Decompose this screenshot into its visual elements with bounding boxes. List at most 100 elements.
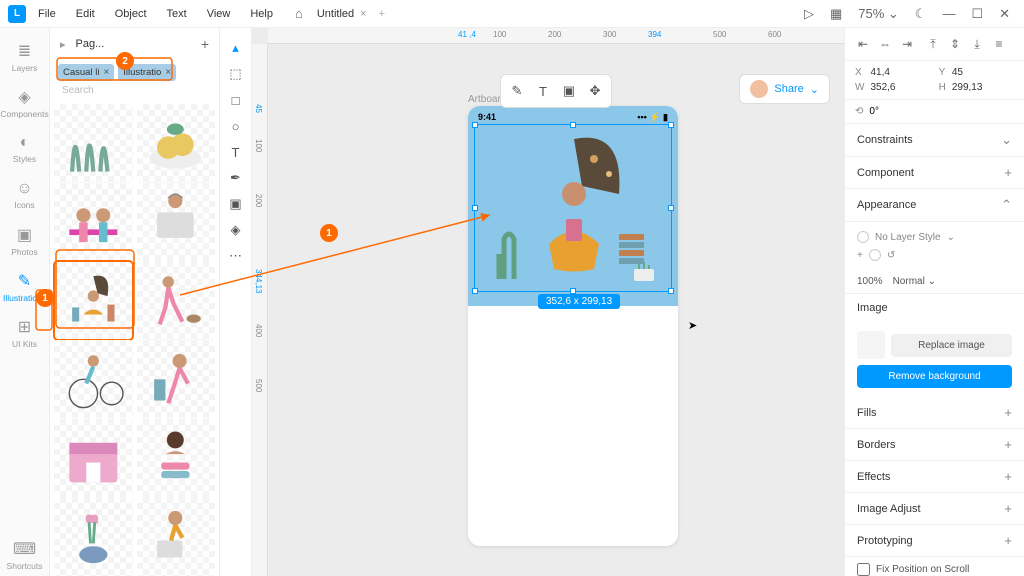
rail-shortcuts[interactable]: ⌨Shortcuts (2, 534, 48, 576)
opacity-input[interactable]: 100% (857, 276, 883, 287)
cursor-icon: ➤ (688, 319, 697, 332)
grid-icon[interactable]: ▦ (824, 2, 848, 26)
minimize-icon[interactable]: — (936, 2, 961, 25)
chip-close-icon[interactable]: × (103, 67, 109, 78)
asset-thumb[interactable] (54, 419, 133, 498)
assets-grid (50, 100, 219, 576)
align-hcenter[interactable]: ⇔ (875, 34, 895, 54)
section-effects[interactable]: Effects+ (845, 461, 1024, 493)
assets-panel: ▸ Pag... + Casual li× Illustratio× Searc… (50, 28, 220, 576)
zoom-level[interactable]: 75% ⌄ (852, 2, 905, 26)
x-input[interactable] (870, 67, 910, 78)
section-component[interactable]: Component+ (845, 157, 1024, 189)
new-tab-button[interactable]: + (371, 4, 393, 24)
tool-component[interactable]: ◈ (224, 218, 248, 242)
align-controls: ⇤ ⇔ ⇥ ⤒ ⇕ ⤓ ≡ (845, 28, 1024, 61)
asset-thumb[interactable] (137, 261, 216, 340)
asset-thumb[interactable] (54, 497, 133, 576)
add-style[interactable]: + (857, 250, 863, 261)
annotation-badge-2: 2 (116, 52, 134, 70)
tool-rect[interactable]: □ (224, 88, 248, 112)
annotation-badge-1: 1 (36, 289, 54, 307)
asset-thumb[interactable] (137, 340, 216, 419)
asset-thumb[interactable] (137, 104, 216, 183)
menu-file[interactable]: File (30, 4, 64, 24)
section-adjust[interactable]: Image Adjust+ (845, 493, 1024, 525)
ruler-horizontal: 41 ,4 100 200 300 394 500 600 (268, 28, 844, 44)
play-icon[interactable]: ▷ (798, 2, 820, 26)
h-input[interactable] (952, 82, 992, 93)
image-preview (857, 331, 885, 359)
section-appearance[interactable]: Appearance⌃ (845, 189, 1024, 222)
add-page-button[interactable]: + (201, 36, 209, 52)
menu-help[interactable]: Help (242, 4, 281, 24)
layer-style-select[interactable]: No Layer Style (875, 232, 941, 243)
app-logo[interactable]: L (8, 5, 26, 23)
tool-more[interactable]: ⋯ (224, 244, 248, 268)
floating-toolbar: ✎ T ▣ ✥ (500, 74, 612, 108)
asset-thumb[interactable] (137, 419, 216, 498)
tab-close-icon[interactable]: × (360, 8, 366, 20)
annotation-badge-3: 1 (320, 224, 338, 242)
filter-chip-casual[interactable]: Casual li× (58, 64, 114, 81)
ruler-vertical: 45 100 200 344,13 400 500 (252, 44, 268, 576)
section-fills[interactable]: Fills+ (845, 397, 1024, 429)
inspector-panel: ⇤ ⇔ ⇥ ⤒ ⇕ ⤓ ≡ X Y W H ⟲ Constraints⌄ Com… (844, 28, 1024, 576)
tab-title: Untitled (317, 8, 354, 20)
rotation-input[interactable] (869, 106, 909, 117)
y-input[interactable] (952, 67, 992, 78)
asset-thumb[interactable] (54, 104, 133, 183)
menu-object[interactable]: Object (107, 4, 155, 24)
align-vcenter[interactable]: ⇕ (945, 34, 965, 54)
selection-box[interactable] (474, 124, 672, 292)
rail-photos[interactable]: ▣Photos (2, 220, 48, 262)
chip-close-icon[interactable]: × (165, 67, 171, 78)
close-window-icon[interactable]: ✕ (993, 2, 1016, 26)
asset-thumb[interactable] (54, 183, 133, 262)
home-icon[interactable]: ⌂ (295, 6, 303, 21)
float-move[interactable]: ✥ (583, 79, 607, 103)
remove-bg-button[interactable]: Remove background (857, 365, 1012, 388)
align-left[interactable]: ⇤ (853, 34, 873, 54)
align-top[interactable]: ⤒ (923, 34, 943, 54)
align-bottom[interactable]: ⤓ (967, 34, 987, 54)
rail-layers[interactable]: ≣Layers (2, 36, 48, 78)
align-right[interactable]: ⇥ (897, 34, 917, 54)
distribute[interactable]: ≡ (989, 34, 1009, 54)
menu-edit[interactable]: Edit (68, 4, 103, 24)
section-borders[interactable]: Borders+ (845, 429, 1024, 461)
share-button[interactable]: Share⌄ (739, 74, 830, 104)
asset-thumb[interactable] (137, 497, 216, 576)
canvas-area[interactable]: 41 ,4 100 200 300 394 500 600 45 100 200… (252, 28, 844, 576)
float-edit[interactable]: ✎ (505, 79, 529, 103)
menu-bar: L File Edit Object Text View Help ⌂ Unti… (0, 0, 1024, 28)
document-tab[interactable]: Untitled × (317, 8, 367, 20)
tool-text[interactable]: T (224, 140, 248, 164)
section-prototyping[interactable]: Prototyping+ (845, 525, 1024, 557)
theme-icon[interactable]: ☾ (909, 2, 933, 26)
maximize-icon[interactable]: ☐ (965, 2, 989, 26)
tool-pen[interactable]: ✒ (224, 166, 248, 190)
asset-thumb[interactable] (54, 340, 133, 419)
rail-uikits[interactable]: ⊞UI Kits (2, 312, 48, 354)
menu-view[interactable]: View (199, 4, 239, 24)
tool-frame[interactable]: ⬚ (224, 62, 248, 86)
page-selector[interactable]: Pag... (72, 34, 195, 54)
asset-thumb-selected[interactable] (54, 261, 133, 340)
fix-position-checkbox[interactable] (857, 563, 870, 576)
tool-image[interactable]: ▣ (224, 192, 248, 216)
w-input[interactable] (870, 82, 910, 93)
search-placeholder[interactable]: Search (62, 85, 94, 96)
tool-select[interactable]: ▴ (224, 36, 248, 60)
menu-text[interactable]: Text (159, 4, 195, 24)
rail-styles[interactable]: ◐Styles (2, 128, 48, 170)
section-constraints[interactable]: Constraints⌄ (845, 124, 1024, 157)
replace-image-button[interactable]: Replace image (891, 334, 1012, 357)
rail-components[interactable]: ◈Components (2, 82, 48, 124)
blend-mode-select[interactable]: Normal ⌄ (893, 276, 936, 287)
tool-ellipse[interactable]: ○ (224, 114, 248, 138)
float-text[interactable]: T (531, 79, 555, 103)
asset-thumb[interactable] (137, 183, 216, 262)
float-crop[interactable]: ▣ (557, 79, 581, 103)
rail-icons[interactable]: ☺Icons (2, 174, 48, 216)
